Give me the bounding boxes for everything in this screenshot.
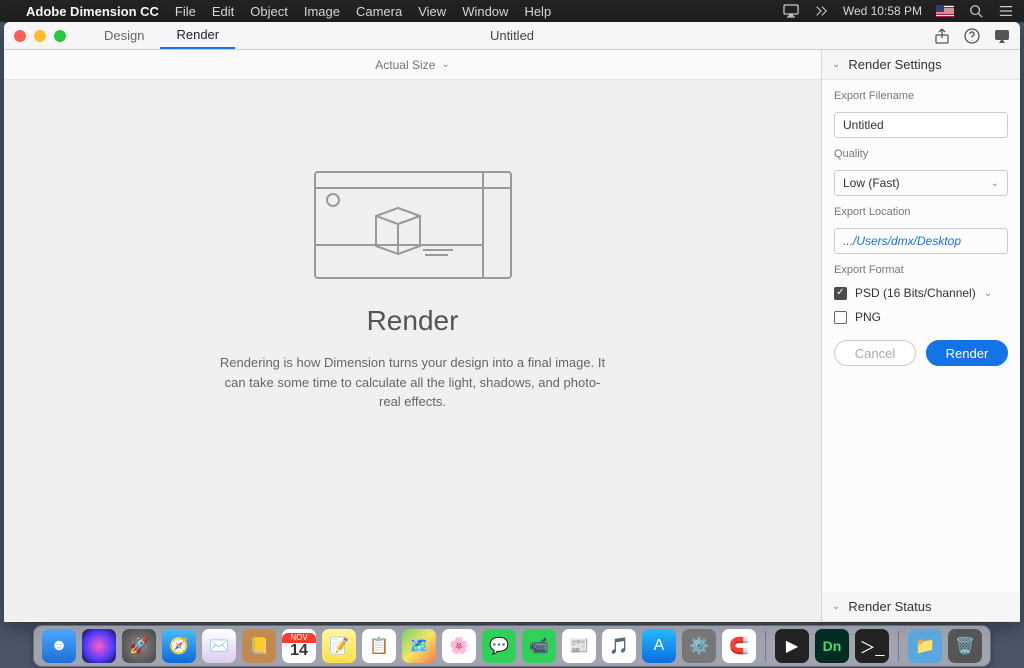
dock-dimension-icon[interactable]: Dn	[815, 629, 849, 663]
empty-desc: Rendering is how Dimension turns your de…	[198, 353, 628, 412]
chevron-down-icon: ⌄	[441, 59, 449, 70]
render-settings-header[interactable]: ⌄ Render Settings	[822, 50, 1020, 80]
menubar-clock[interactable]: Wed 10:58 PM	[843, 4, 922, 18]
format-label: Export Format	[834, 264, 1008, 276]
screenmirror-icon[interactable]	[813, 3, 829, 19]
quality-select[interactable]: Low (Fast) ⌄	[834, 170, 1008, 196]
dock-terminal-icon[interactable]: ＞_	[855, 629, 889, 663]
dock-safari-icon[interactable]: 🧭	[162, 629, 196, 663]
dock-sysprefs-icon[interactable]: ⚙️	[682, 629, 716, 663]
chevron-down-icon: ⌄	[832, 601, 840, 612]
right-sidebar: ⌄ Render Settings Export Filename Qualit…	[822, 50, 1020, 622]
help-icon[interactable]	[964, 28, 980, 44]
location-label: Export Location	[834, 206, 1008, 218]
spotlight-icon[interactable]	[968, 3, 984, 19]
menu-camera[interactable]: Camera	[356, 4, 402, 19]
app-window: Design Render Untitled Actual Size ⌄	[4, 22, 1020, 622]
macos-menubar: Adobe Dimension CC File Edit Object Imag…	[0, 0, 1024, 22]
zoom-dropdown[interactable]: Actual Size ⌄	[4, 50, 821, 80]
render-button[interactable]: Render	[926, 340, 1008, 366]
render-illustration-icon	[313, 170, 513, 280]
empty-title: Render	[198, 305, 628, 337]
dock-launchpad-icon[interactable]: 🚀	[122, 629, 156, 663]
dock-facetime-icon[interactable]: 📹	[522, 629, 556, 663]
dock-separator	[765, 631, 766, 661]
menu-help[interactable]: Help	[524, 4, 551, 19]
tab-design[interactable]: Design	[88, 22, 160, 49]
feedback-icon[interactable]	[994, 28, 1010, 44]
chevron-down-icon: ⌄	[991, 178, 999, 189]
dock-trash-icon[interactable]: 🗑️	[948, 629, 982, 663]
location-field[interactable]: .../Users/dmx/Desktop	[834, 228, 1008, 254]
checkbox-unchecked-icon[interactable]	[834, 311, 847, 324]
tab-render[interactable]: Render	[160, 22, 235, 49]
control-center-icon[interactable]	[998, 3, 1014, 19]
dock-maps-icon[interactable]: 🗺️	[402, 629, 436, 663]
app-name[interactable]: Adobe Dimension CC	[26, 4, 159, 19]
window-close-button[interactable]	[14, 30, 26, 42]
input-source-flag-icon[interactable]	[936, 5, 954, 17]
menu-object[interactable]: Object	[250, 4, 288, 19]
dock-downloads-icon[interactable]: 📁	[908, 629, 942, 663]
format-png-row[interactable]: PNG	[834, 310, 1008, 324]
dock-calendar-icon[interactable]: NOV 14	[282, 629, 316, 663]
dock-notes-icon[interactable]: 📝	[322, 629, 356, 663]
chevron-down-icon: ⌄	[984, 288, 992, 299]
window-titlebar: Design Render Untitled	[4, 22, 1020, 50]
dock-creativecloud-icon[interactable]: ▶	[775, 629, 809, 663]
dock-finder-icon[interactable]: ☻	[42, 629, 76, 663]
airplay-icon[interactable]	[783, 3, 799, 19]
dock-itunes-icon[interactable]: 🎵	[602, 629, 636, 663]
format-psd-row[interactable]: PSD (16 Bits/Channel) ⌄	[834, 286, 1008, 300]
window-zoom-button[interactable]	[54, 30, 66, 42]
menu-view[interactable]: View	[418, 4, 446, 19]
dock-mail-icon[interactable]: ✉️	[202, 629, 236, 663]
quality-label: Quality	[834, 148, 1008, 160]
dock-siri-icon[interactable]	[82, 629, 116, 663]
dock-contacts-icon[interactable]: 📒	[242, 629, 276, 663]
filename-input[interactable]	[834, 112, 1008, 138]
menu-window[interactable]: Window	[462, 4, 508, 19]
dock-reminders-icon[interactable]: 📋	[362, 629, 396, 663]
cancel-button: Cancel	[834, 340, 916, 366]
share-icon[interactable]	[934, 28, 950, 44]
dock-separator	[898, 631, 899, 661]
dock-news-icon[interactable]: 📰	[562, 629, 596, 663]
empty-state: Render Rendering is how Dimension turns …	[198, 170, 628, 412]
dock-appstore-icon[interactable]: A	[642, 629, 676, 663]
dock-photos-icon[interactable]: 🌸	[442, 629, 476, 663]
dock-magnet-icon[interactable]: 🧲	[722, 629, 756, 663]
menu-edit[interactable]: Edit	[212, 4, 234, 19]
window-minimize-button[interactable]	[34, 30, 46, 42]
dock: ☻ 🚀 🧭 ✉️ 📒 NOV 14 📝 📋 🗺️ 🌸 💬 📹 📰 🎵 A ⚙️ …	[0, 626, 1024, 666]
dock-messages-icon[interactable]: 💬	[482, 629, 516, 663]
zoom-label: Actual Size	[375, 58, 435, 72]
render-status-header[interactable]: ⌄ Render Status	[822, 592, 1020, 622]
menu-file[interactable]: File	[175, 4, 196, 19]
checkbox-checked-icon[interactable]	[834, 287, 847, 300]
filename-label: Export Filename	[834, 90, 1008, 102]
chevron-down-icon: ⌄	[832, 59, 840, 70]
menu-image[interactable]: Image	[304, 4, 340, 19]
canvas-area: Actual Size ⌄	[4, 50, 822, 622]
